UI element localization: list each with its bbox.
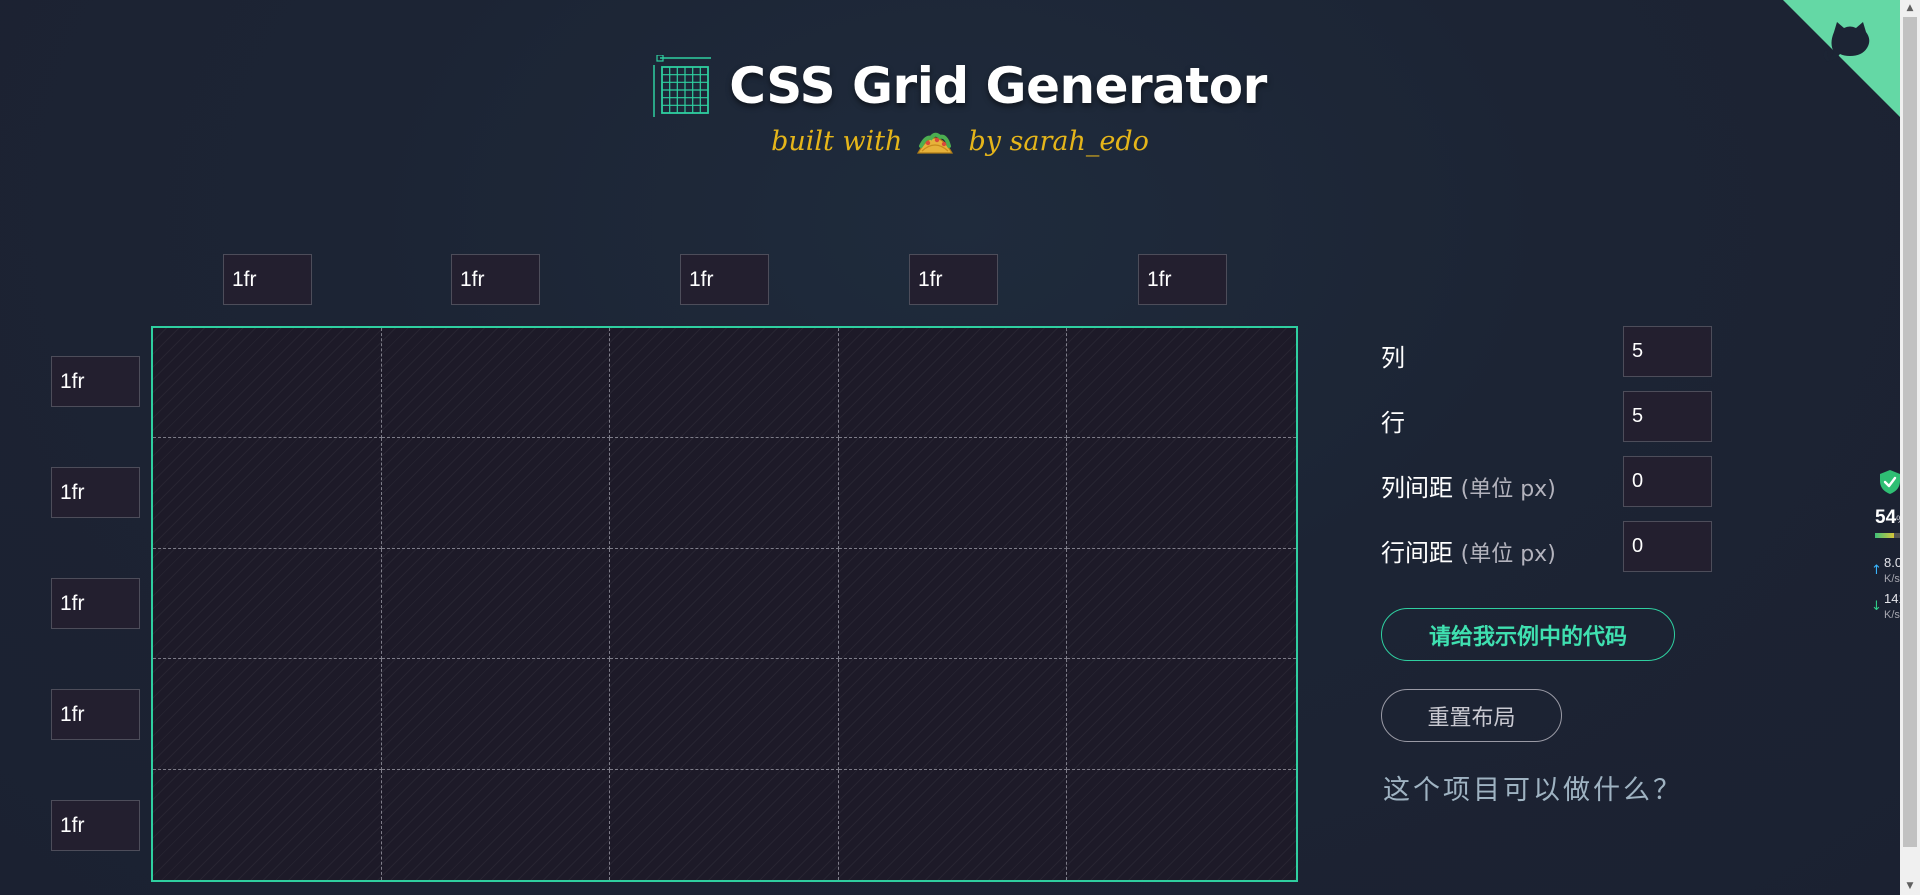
grid-cell[interactable] xyxy=(838,659,1068,770)
upload-arrow-icon: ↑ xyxy=(1871,563,1882,578)
row-size-input-2[interactable] xyxy=(51,467,140,518)
grid-cell[interactable] xyxy=(838,548,1068,660)
grid-cell[interactable] xyxy=(153,769,382,880)
grid-cell[interactable] xyxy=(381,328,611,439)
column-size-input-3[interactable] xyxy=(680,254,769,305)
page-title: CSS Grid Generator xyxy=(729,57,1267,115)
row-gap-label: 行间距 (单位 px) xyxy=(1381,533,1556,568)
rows-input[interactable] xyxy=(1623,391,1712,442)
grid-cell[interactable] xyxy=(610,659,839,770)
columns-input[interactable] xyxy=(1623,326,1712,377)
title-row: CSS Grid Generator xyxy=(653,55,1267,117)
grid-cell[interactable] xyxy=(610,548,839,660)
column-size-input-1[interactable] xyxy=(223,254,312,305)
column-gap-unit: (单位 px) xyxy=(1460,477,1556,502)
network-speed-widget[interactable]: 54% ↑ 8.0K/s ↓ 141K/s xyxy=(1868,463,1911,628)
grid-cell[interactable] xyxy=(1067,659,1296,770)
subtitle: built with by sarah_edo xyxy=(771,125,1149,157)
rows-label: 行 xyxy=(1381,409,1405,437)
column-size-input-2[interactable] xyxy=(451,254,540,305)
column-gap-label: 列间距 (单位 px) xyxy=(1381,468,1556,503)
grid-cell[interactable] xyxy=(610,438,839,549)
row-size-input-4[interactable] xyxy=(51,689,140,740)
column-gap-label-text: 列间距 xyxy=(1381,474,1453,502)
rows-control: 行 xyxy=(1381,391,1712,442)
row-size-inputs xyxy=(51,356,140,856)
grid-cell[interactable] xyxy=(381,548,611,660)
grid-cell[interactable] xyxy=(610,769,839,880)
grid-cell[interactable] xyxy=(1067,770,1296,880)
grid-cell[interactable] xyxy=(381,659,611,770)
grid-cell[interactable] xyxy=(838,438,1068,549)
grid-cell[interactable] xyxy=(1067,438,1296,549)
grid-cell[interactable] xyxy=(838,328,1068,439)
grid-cell[interactable] xyxy=(382,769,611,880)
subtitle-prefix: built with xyxy=(771,125,903,157)
speed-bar-fill xyxy=(1875,533,1895,538)
grid-cell[interactable] xyxy=(153,438,382,549)
column-gap-input[interactable] xyxy=(1623,456,1712,507)
row-size-input-1[interactable] xyxy=(51,356,140,407)
grid-cell[interactable] xyxy=(1067,549,1296,660)
grid-controls: 列 行 列间距 (单位 px) 行间距 (单位 px) xyxy=(1381,326,1712,586)
subtitle-suffix: by sarah_edo xyxy=(968,125,1149,157)
column-size-input-4[interactable] xyxy=(909,254,998,305)
row-gap-control: 行间距 (单位 px) xyxy=(1381,521,1712,572)
columns-control: 列 xyxy=(1381,326,1712,377)
octocat-icon[interactable] xyxy=(1822,16,1878,72)
reset-layout-button[interactable]: 重置布局 xyxy=(1381,689,1562,742)
grid-cell[interactable] xyxy=(153,548,382,660)
column-size-inputs xyxy=(0,254,1300,305)
download-arrow-icon: ↓ xyxy=(1871,599,1882,614)
grid-cell[interactable] xyxy=(610,328,839,439)
vertical-scrollbar[interactable]: ▲ ▼ xyxy=(1900,0,1920,895)
grid-cell[interactable] xyxy=(1067,328,1296,439)
column-gap-control: 列间距 (单位 px) xyxy=(1381,456,1712,507)
row-size-input-3[interactable] xyxy=(51,578,140,629)
row-size-input-5[interactable] xyxy=(51,800,140,851)
column-size-input-5[interactable] xyxy=(1138,254,1227,305)
grid-cell[interactable] xyxy=(839,769,1068,880)
row-gap-input[interactable] xyxy=(1623,521,1712,572)
what-can-this-do-link[interactable]: 这个项目可以做什么？ xyxy=(1383,768,1683,807)
grid-logo-icon xyxy=(653,55,712,117)
columns-label: 列 xyxy=(1381,344,1405,372)
scroll-up-icon[interactable]: ▲ xyxy=(1900,0,1920,17)
scroll-down-icon[interactable]: ▼ xyxy=(1900,878,1920,895)
scroll-thumb[interactable] xyxy=(1903,17,1917,847)
grid-cell[interactable] xyxy=(381,438,611,549)
get-code-button[interactable]: 请给我示例中的代码 xyxy=(1381,608,1675,661)
page-header: CSS Grid Generator built with by sarah_e… xyxy=(0,55,1920,157)
speed-percent-value: 54 xyxy=(1875,507,1897,528)
grid-cell[interactable] xyxy=(153,659,382,770)
grid-canvas[interactable] xyxy=(151,326,1298,882)
row-gap-unit: (单位 px) xyxy=(1460,542,1556,567)
grid-cell[interactable] xyxy=(153,328,382,439)
row-gap-label-text: 行间距 xyxy=(1381,539,1453,567)
taco-icon xyxy=(917,132,954,154)
shield-check-icon xyxy=(1880,470,1900,494)
